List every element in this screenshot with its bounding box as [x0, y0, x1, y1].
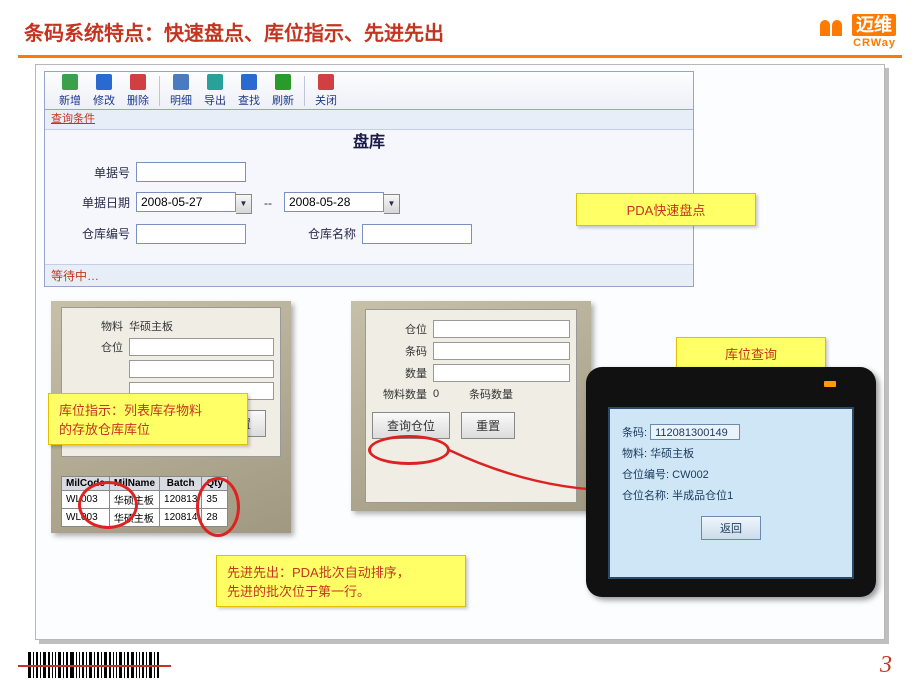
toolbar-label: 导出 [204, 92, 226, 108]
table-row: WL003华硕主板12081428 [62, 509, 228, 527]
toolbar-icon [318, 74, 334, 90]
toolbar-刷新[interactable]: 刷新 [272, 74, 294, 108]
callout-loc-query: 库位查询 [676, 337, 826, 370]
date-to-dropdown[interactable]: ▼ [384, 194, 400, 214]
pda1-material-value: 华硕主板 [129, 318, 173, 334]
order-label: 单据号 [75, 164, 130, 181]
app-toolbar: 新增修改删除 明细导出查找刷新 关闭 [45, 72, 693, 110]
content-panel: 新增修改删除 明细导出查找刷新 关闭 查询条件 盘库 单据号 单据日期 ▼ -- ▼… [35, 64, 885, 640]
pda3-locname-label: 仓位名称: [622, 490, 669, 502]
whcode-input[interactable] [136, 224, 246, 244]
pda2-barcode-label: 条码 [372, 343, 427, 359]
toolbar-icon [241, 74, 257, 90]
form-caption: 盘库 [45, 128, 693, 152]
pda3-loccode-label: 仓位编号: [622, 469, 669, 481]
query-conditions-link[interactable]: 查询条件 [45, 110, 693, 130]
pda2-qty-input[interactable] [433, 364, 570, 382]
callout-loc-indicator-l1: 库位指示：列表库存物料 [59, 400, 237, 419]
pda1-material-label: 物料 [68, 318, 123, 334]
callout-pda-count: PDA快速盘点 [576, 193, 756, 226]
date-from-dropdown[interactable]: ▼ [236, 194, 252, 214]
pda2-reset-button[interactable]: 重置 [461, 412, 515, 439]
toolbar-label: 关闭 [315, 92, 337, 108]
toolbar-label: 明细 [170, 92, 192, 108]
pda2-query-button[interactable]: 查询仓位 [372, 412, 450, 439]
pda3-material-label: 物料: [622, 448, 647, 460]
callout-loc-indicator-l2: 的存放仓库库位 [59, 419, 237, 438]
date-to-input[interactable] [284, 192, 384, 212]
pda1-result-table: MilCodeMilNameBatchQtyWL003华硕主板12081335W… [61, 476, 228, 527]
table-row: WL003华硕主板12081335 [62, 491, 228, 509]
toolbar-icon [275, 74, 291, 90]
photo-pda-query: 仓位 条码 数量 物料数量 0 条码数量 查询仓位 重置 [351, 301, 591, 511]
page-title: 条码系统特点：快速盘点、库位指示、先进先出 [24, 17, 444, 46]
callout-fifo-l2: 先进的批次位于第一行。 [227, 581, 455, 600]
pda3-barcode-value: 112081300149 [650, 424, 740, 440]
date-from-input[interactable] [136, 192, 236, 212]
pda3-loccode-value: CW002 [672, 469, 709, 481]
whcode-label: 仓库编号 [75, 225, 130, 242]
toolbar-修改[interactable]: 修改 [93, 74, 115, 108]
toolbar-查找[interactable]: 查找 [238, 74, 260, 108]
toolbar-label: 新增 [59, 92, 81, 108]
pda2-matqty-value: 0 [433, 388, 457, 400]
pda2-matqty-label: 物料数量 [372, 386, 427, 402]
footer-barcode-icon [28, 650, 161, 680]
toolbar-label: 查找 [238, 92, 260, 108]
pda2-qty-label: 数量 [372, 365, 427, 381]
pda1-loc-label: 仓位 [68, 339, 123, 355]
callout-fifo-l1: 先进先出：PDA批次自动排序， [227, 562, 455, 581]
toolbar-label: 刷新 [272, 92, 294, 108]
whname-input[interactable] [362, 224, 472, 244]
pda3-screen: 条码: 112081300149 物料: 华硕主板 仓位编号: CW002 仓位… [608, 407, 854, 579]
pda1-extra-input-1[interactable] [129, 360, 274, 378]
toolbar-icon [207, 74, 223, 90]
pda2-bcqty-label: 条码数量 [469, 386, 513, 402]
page-number: 3 [880, 652, 892, 679]
pda1-loc-input[interactable] [129, 338, 274, 356]
toolbar-label: 修改 [93, 92, 115, 108]
pda3-barcode-label: 条码: [622, 427, 647, 439]
table-header: Qty [202, 477, 228, 491]
toolbar-明细[interactable]: 明细 [170, 74, 192, 108]
pda2-loc-label: 仓位 [372, 321, 427, 337]
table-header: Batch [160, 477, 202, 491]
whname-label: 仓库名称 [286, 225, 356, 242]
table-header: MilCode [62, 477, 110, 491]
status-waiting: 等待中… [45, 264, 693, 286]
pda3-back-button[interactable]: 返回 [701, 516, 761, 540]
pda2-barcode-input[interactable] [433, 342, 570, 360]
callout-fifo: 先进先出：PDA批次自动排序， 先进的批次位于第一行。 [216, 555, 466, 607]
toolbar-icon [96, 74, 112, 90]
brand-logo: 迈维 CRWay [816, 14, 896, 49]
toolbar-导出[interactable]: 导出 [204, 74, 226, 108]
header-divider [18, 55, 902, 58]
toolbar-删除[interactable]: 删除 [127, 74, 149, 108]
table-header: MilName [109, 477, 159, 491]
toolbar-label: 删除 [127, 92, 149, 108]
toolbar-icon [173, 74, 189, 90]
toolbar-新增[interactable]: 新增 [59, 74, 81, 108]
toolbar-icon [130, 74, 146, 90]
photo-pda-device: 条码: 112081300149 物料: 华硕主板 仓位编号: CW002 仓位… [586, 367, 876, 597]
order-input[interactable] [136, 162, 246, 182]
logo-en: CRWay [816, 38, 896, 49]
toolbar-关闭[interactable]: 关闭 [315, 74, 337, 108]
logo-cn: 迈维 [852, 14, 896, 36]
pda2-loc-input[interactable] [433, 320, 570, 338]
date-range-dash: -- [264, 196, 272, 210]
callout-loc-indicator: 库位指示：列表库存物料 的存放仓库库位 [48, 393, 248, 445]
pda3-material-value: 华硕主板 [650, 448, 694, 460]
pda-led-icon [824, 381, 836, 387]
toolbar-icon [62, 74, 78, 90]
date-label: 单据日期 [75, 194, 130, 211]
pda3-locname-value: 半成品仓位1 [672, 490, 733, 502]
